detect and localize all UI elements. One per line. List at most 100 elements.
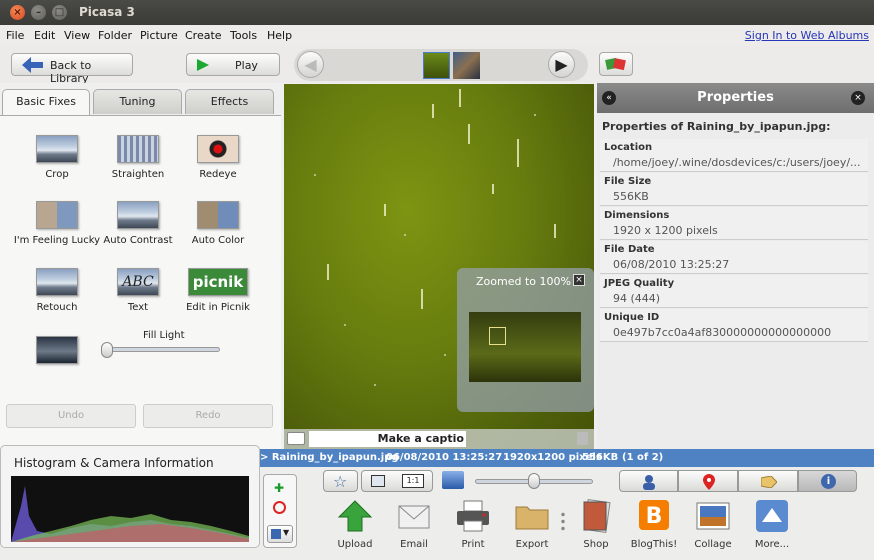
- fill-light-slider[interactable]: [103, 347, 220, 352]
- play-button[interactable]: Play: [186, 53, 280, 76]
- export-button[interactable]: Export: [502, 499, 562, 550]
- close-properties-button[interactable]: ×: [851, 91, 865, 105]
- share-button[interactable]: [599, 52, 633, 76]
- redeye-icon: [197, 135, 239, 163]
- fill-light-label: Fill Light: [143, 330, 185, 341]
- caption-bar: Make a captio: [284, 429, 594, 449]
- property-key: File Date: [604, 244, 655, 255]
- close-icon: ×: [575, 275, 583, 285]
- status-size: 556KB: [582, 452, 619, 463]
- property-value: 94 (444): [613, 292, 661, 305]
- zoom-slider-knob[interactable]: [528, 473, 540, 489]
- printer-icon: [457, 500, 489, 532]
- zoom-viewport-rect[interactable]: [489, 327, 506, 345]
- edit-panel: Basic Fixes Tuning Effects Crop Straight…: [0, 83, 281, 449]
- blogger-icon: B: [639, 500, 669, 530]
- picnik-icon: picnik: [188, 268, 248, 296]
- tag-icon: [761, 476, 777, 488]
- menu-help[interactable]: Help: [267, 29, 292, 42]
- tab-effects[interactable]: Effects: [185, 89, 274, 114]
- record-icon[interactable]: [273, 501, 286, 514]
- auto-color-label: Auto Color: [191, 235, 245, 246]
- star-button[interactable]: ☆: [323, 470, 358, 492]
- export-label: Export: [515, 539, 549, 550]
- shop-label: Shop: [583, 539, 609, 550]
- property-key: Dimensions: [604, 210, 670, 221]
- collage-label: Collage: [694, 539, 732, 550]
- zoom-close-button[interactable]: ×: [573, 274, 585, 286]
- menu-folder[interactable]: Folder: [98, 29, 132, 42]
- redo-button[interactable]: Redo: [143, 404, 273, 428]
- tab-basic-fixes[interactable]: Basic Fixes: [2, 89, 90, 116]
- straighten-icon: [117, 135, 159, 163]
- chevron-up-icon: [756, 500, 788, 532]
- back-arrow-icon: [22, 57, 43, 73]
- menu-tools[interactable]: Tools: [230, 29, 257, 42]
- zoom-title: Zoomed to 100%: [476, 275, 571, 288]
- property-value: 06/08/2010 13:25:27: [613, 258, 730, 271]
- arrow-right-icon: ▶: [555, 55, 568, 74]
- menu-view[interactable]: View: [64, 29, 90, 42]
- email-button[interactable]: Email: [384, 499, 444, 550]
- upload-button[interactable]: Upload: [325, 499, 385, 550]
- caption-input[interactable]: Make a captio: [309, 431, 466, 447]
- fit-to-window-icon[interactable]: [371, 475, 385, 487]
- collage-icon: [696, 502, 730, 530]
- map-pin-icon: [703, 474, 715, 490]
- previous-photo-button[interactable]: ◀: [297, 51, 324, 78]
- email-label: Email: [400, 539, 428, 550]
- print-button[interactable]: Print: [443, 499, 503, 550]
- histogram-title: Histogram & Camera Information: [14, 456, 214, 470]
- close-icon: ×: [854, 93, 862, 103]
- caption-icon[interactable]: [287, 432, 305, 445]
- menu-bar: File Edit View Folder Picture Create Too…: [0, 25, 874, 46]
- share-cards-icon: [605, 57, 626, 71]
- svg-text:B: B: [646, 504, 663, 529]
- menu-create[interactable]: Create: [185, 29, 222, 42]
- toolbar: Back to Library Play ◀ ▶: [0, 46, 874, 85]
- property-value: 1920 x 1200 pixels: [613, 224, 718, 237]
- filmstrip-thumbnail-1[interactable]: [423, 52, 450, 79]
- actual-size-button[interactable]: 1:1: [402, 474, 424, 488]
- filmstrip-thumbnail-2[interactable]: [453, 52, 480, 79]
- basic-fixes-panel: Crop Straighten Redeye I'm Feeling Lucky…: [0, 115, 281, 449]
- blogthis-button[interactable]: B BlogThis!: [624, 499, 684, 550]
- auto-color-tool[interactable]: Auto Color: [168, 201, 268, 246]
- shop-button[interactable]: Shop: [566, 499, 626, 550]
- play-icon: [197, 59, 209, 71]
- undo-button[interactable]: Undo: [6, 404, 136, 428]
- next-photo-button[interactable]: ▶: [548, 51, 575, 78]
- people-tab[interactable]: [619, 470, 678, 492]
- window-maximize-button[interactable]: □: [52, 5, 67, 20]
- tags-tab[interactable]: [738, 470, 798, 492]
- auto-contrast-icon: [117, 201, 159, 229]
- edit-in-picnik-tool[interactable]: picnik Edit in Picnik: [168, 268, 268, 313]
- back-to-library-button[interactable]: Back to Library: [11, 53, 133, 85]
- properties-tab[interactable]: i: [798, 470, 857, 492]
- window-close-button[interactable]: ×: [10, 5, 25, 20]
- histogram-side-buttons: ✚ ▼: [263, 474, 297, 548]
- menu-file[interactable]: File: [6, 29, 24, 42]
- collage-button[interactable]: Collage: [683, 499, 743, 550]
- fill-light-slider-knob[interactable]: [101, 342, 113, 358]
- more-button[interactable]: More...: [742, 499, 802, 550]
- menu-picture[interactable]: Picture: [140, 29, 178, 42]
- places-tab[interactable]: [678, 470, 738, 492]
- pin-icon[interactable]: ✚: [274, 481, 286, 495]
- redeye-tool[interactable]: Redeye: [168, 135, 268, 180]
- window-minimize-button[interactable]: –: [31, 5, 46, 20]
- properties-subtitle: Properties of Raining_by_ipapun.jpg:: [602, 120, 831, 133]
- property-value: 0e497b7cc0a4af830000000000000000: [613, 326, 832, 339]
- more-options-button[interactable]: ▼: [267, 525, 293, 543]
- text-icon: ABC: [117, 268, 159, 296]
- property-jpeg-quality: JPEG Quality 94 (444): [600, 275, 868, 308]
- folder-icon: [515, 506, 549, 530]
- photo-viewer[interactable]: Zoomed to 100% × Make a captio: [284, 84, 594, 449]
- trash-icon[interactable]: [577, 432, 588, 445]
- sign-in-link[interactable]: Sign In to Web Albums: [745, 29, 869, 42]
- menu-edit[interactable]: Edit: [34, 29, 55, 42]
- tab-tuning[interactable]: Tuning: [93, 89, 182, 114]
- zoom-thumbnail[interactable]: [469, 312, 581, 382]
- redeye-label: Redeye: [199, 169, 237, 180]
- retouch-icon: [36, 268, 78, 296]
